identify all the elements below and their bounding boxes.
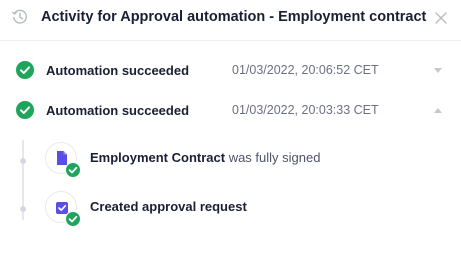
activity-row-1[interactable]: Automation succeeded 01/03/2022, 20:06:5… [0, 56, 461, 84]
success-check-icon [16, 61, 34, 79]
history-icon [11, 9, 27, 24]
activity-row-2[interactable]: Automation succeeded 01/03/2022, 20:03:3… [0, 96, 461, 124]
chevron-down-icon[interactable] [433, 67, 443, 74]
chevron-up-icon[interactable] [433, 107, 443, 114]
timeline-event-2: Created approval request [0, 191, 461, 231]
activity-label: Automation succeeded [46, 63, 190, 78]
panel-title: Activity for Approval automation - Emplo… [41, 9, 427, 25]
success-check-icon [65, 162, 81, 178]
activity-timestamp: 01/03/2022, 20:03:33 CET [232, 103, 379, 117]
event-description: was fully signed [225, 150, 321, 165]
activity-timestamp: 01/03/2022, 20:06:52 CET [232, 63, 379, 77]
panel-header: Activity for Approval automation - Emplo… [0, 0, 461, 41]
success-check-icon [16, 101, 34, 119]
event-text: Employment Contract was fully signed [90, 150, 320, 165]
event-subject: Employment Contract [90, 150, 226, 165]
success-check-icon [65, 211, 81, 227]
activity-label: Automation succeeded [46, 103, 190, 118]
timeline-event-1: Employment Contract was fully signed [0, 142, 461, 182]
event-text: Created approval request [90, 199, 247, 214]
close-icon[interactable] [434, 11, 448, 25]
